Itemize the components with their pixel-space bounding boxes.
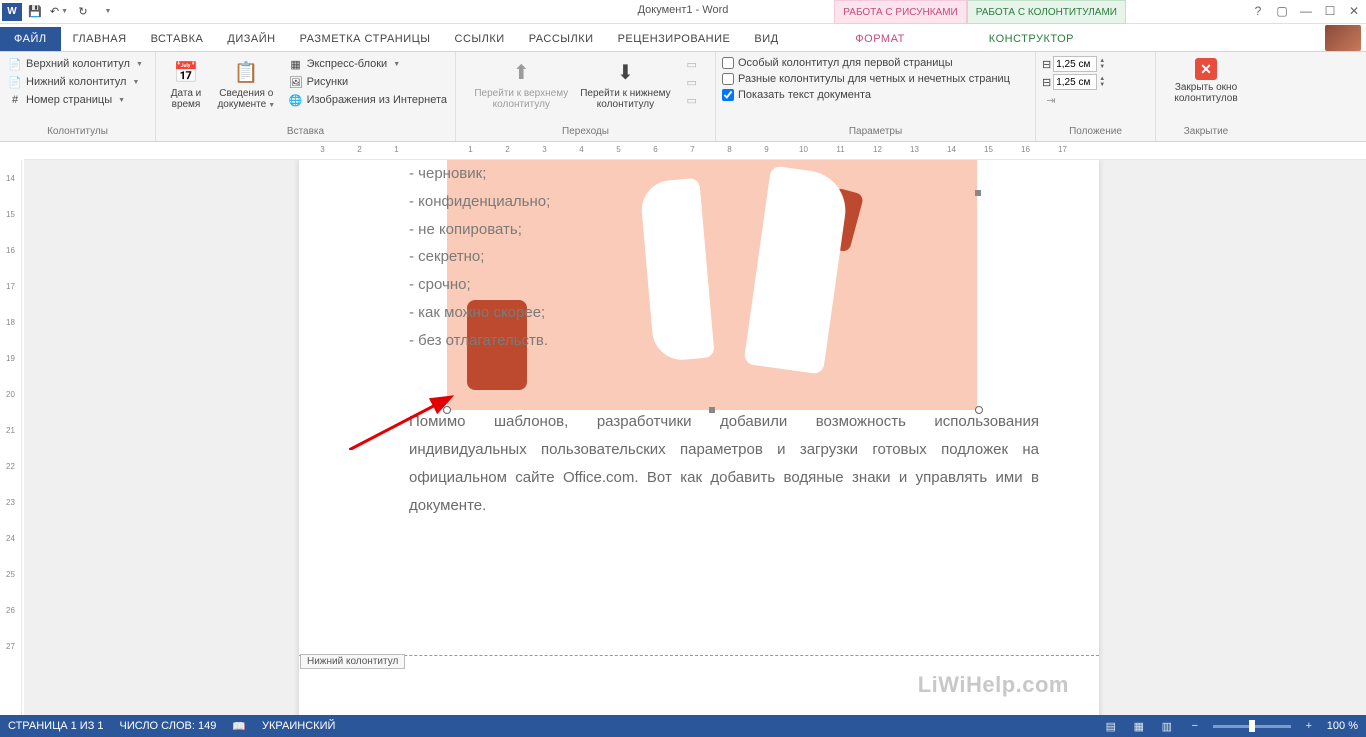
help-button[interactable]: ?: [1246, 0, 1270, 22]
tab-design[interactable]: ДИЗАЙН: [215, 27, 287, 51]
footer-from-bottom[interactable]: ⊟▲▼: [1042, 74, 1149, 90]
tab-insert[interactable]: ВСТАВКА: [139, 27, 216, 51]
ribbon: 📄Верхний колонтитул▼ 📄Нижний колонтитул▼…: [0, 52, 1366, 142]
group-label: Колонтитулы: [6, 124, 149, 137]
tab-view[interactable]: ВИД: [742, 27, 790, 51]
context-tab-pictures: РАБОТА С РИСУНКАМИ: [834, 0, 966, 24]
tab-format[interactable]: ФОРМАТ: [843, 27, 917, 51]
quick-parts-button[interactable]: ▦Экспресс-блоки▼: [287, 56, 449, 72]
tab-review[interactable]: РЕЦЕНЗИРОВАНИЕ: [606, 27, 743, 51]
group-label: Положение: [1042, 124, 1149, 137]
tab-constructor[interactable]: КОНСТРУКТОР: [977, 27, 1086, 51]
tab-file[interactable]: ФАЙЛ: [0, 27, 61, 51]
different-first-page-checkbox[interactable]: Особый колонтитул для первой страницы: [722, 56, 1029, 70]
redo-button[interactable]: ↻: [72, 2, 94, 22]
document-line: - срочно;: [409, 271, 1039, 299]
undo-button[interactable]: ↶▼: [48, 2, 70, 22]
word-icon: W: [2, 3, 22, 21]
document-line: - как можно скорее;: [409, 299, 1039, 327]
paragraph: Помимо шаблонов, разработчики добавили в…: [409, 408, 1039, 519]
go-to-header-button[interactable]: ⬆Перейти к верхнемуколонтитулу: [470, 56, 572, 112]
document-title: Документ1 - Word: [638, 4, 729, 16]
document-line: - без отлагательств.: [409, 327, 1039, 355]
nav-disabled-1: ▭: [683, 56, 701, 72]
qat-customize[interactable]: ▼: [96, 2, 118, 22]
header-button[interactable]: 📄Верхний колонтитул▼: [6, 56, 149, 72]
close-icon: ✕: [1195, 58, 1217, 80]
document-line: - не копировать;: [409, 216, 1039, 244]
ribbon-tabs: ФАЙЛ ГЛАВНАЯ ВСТАВКА ДИЗАЙН РАЗМЕТКА СТР…: [0, 24, 1366, 52]
zoom-level[interactable]: 100 %: [1327, 720, 1358, 732]
titlebar: W 💾 ↶▼ ↻ ▼ Документ1 - Word РАБОТА С РИС…: [0, 0, 1366, 24]
liwi-watermark: LiWiHelp.com: [918, 672, 1069, 698]
nav-disabled-3: ▭: [683, 92, 701, 108]
web-layout-button[interactable]: ▥: [1157, 718, 1177, 734]
resize-handle-e[interactable]: [975, 190, 981, 196]
group-label: Параметры: [722, 124, 1029, 137]
quick-access-toolbar: W 💾 ↶▼ ↻ ▼: [0, 2, 118, 22]
zoom-out-button[interactable]: −: [1185, 718, 1205, 734]
page-content: - черновик;- конфиденциально;- не копиро…: [409, 160, 1039, 519]
horizontal-ruler[interactable]: 3211234567891011121314151617: [24, 142, 1366, 160]
different-odd-even-checkbox[interactable]: Разные колонтитулы для четных и нечетных…: [722, 72, 1029, 86]
close-header-footer-button[interactable]: ✕ Закрыть окноколонтитулов: [1162, 56, 1250, 106]
document-area[interactable]: - черновик;- конфиденциально;- не копиро…: [24, 160, 1366, 715]
document-line: - черновик;: [409, 160, 1039, 188]
group-label: Закрытие: [1162, 124, 1250, 137]
proofing-icon[interactable]: 📖: [232, 720, 246, 733]
footer-button[interactable]: 📄Нижний колонтитул▼: [6, 74, 149, 90]
tab-layout[interactable]: РАЗМЕТКА СТРАНИЦЫ: [288, 27, 443, 51]
user-avatar[interactable]: [1325, 25, 1361, 51]
word-count[interactable]: ЧИСЛО СЛОВ: 149: [120, 720, 217, 732]
page: - черновик;- конфиденциально;- не копиро…: [299, 160, 1099, 715]
tab-home[interactable]: ГЛАВНАЯ: [61, 27, 139, 51]
document-info-button[interactable]: 📋Сведения одокументе▼: [214, 56, 279, 112]
group-label: Переходы: [462, 124, 709, 137]
document-line: - секретно;: [409, 243, 1039, 271]
read-mode-button[interactable]: ▤: [1101, 718, 1121, 734]
show-document-text-checkbox[interactable]: Показать текст документа: [722, 88, 1029, 102]
date-time-button[interactable]: 📅Дата ивремя: [162, 56, 210, 112]
page-number-button[interactable]: #Номер страницы▼: [6, 92, 149, 108]
header-from-top[interactable]: ⊟▲▼: [1042, 56, 1149, 72]
group-label: Вставка: [162, 124, 449, 137]
print-layout-button[interactable]: ▦: [1129, 718, 1149, 734]
page-indicator[interactable]: СТРАНИЦА 1 ИЗ 1: [8, 720, 104, 732]
ribbon-display-button[interactable]: ▢: [1270, 0, 1294, 22]
insert-alignment-tab[interactable]: ⇥: [1042, 92, 1149, 108]
vertical-ruler[interactable]: 1415161718192021222324252627: [0, 160, 22, 715]
zoom-slider[interactable]: [1213, 725, 1291, 728]
zoom-in-button[interactable]: +: [1299, 718, 1319, 734]
tab-references[interactable]: ССЫЛКИ: [443, 27, 517, 51]
resize-handle-se[interactable]: [975, 406, 983, 414]
go-to-footer-button[interactable]: ⬇Перейти к нижнемуколонтитулу: [576, 56, 674, 112]
document-line: - конфиденциально;: [409, 188, 1039, 216]
online-pictures-button[interactable]: 🌐Изображения из Интернета: [287, 92, 449, 108]
context-tab-headers: РАБОТА С КОЛОНТИТУЛАМИ: [967, 0, 1126, 24]
language-indicator[interactable]: УКРАИНСКИЙ: [262, 720, 335, 732]
save-button[interactable]: 💾: [24, 2, 46, 22]
resize-handle-sw[interactable]: [443, 406, 451, 414]
close-button[interactable]: ✕: [1342, 0, 1366, 22]
status-bar: СТРАНИЦА 1 ИЗ 1 ЧИСЛО СЛОВ: 149 📖 УКРАИН…: [0, 715, 1366, 737]
nav-disabled-2: ▭: [683, 74, 701, 90]
footer-boundary: [299, 655, 1099, 656]
footer-tag: Нижний колонтитул: [300, 654, 405, 669]
pictures-button[interactable]: 🖼Рисунки: [287, 74, 449, 90]
tab-mailings[interactable]: РАССЫЛКИ: [517, 27, 606, 51]
maximize-button[interactable]: ☐: [1318, 0, 1342, 22]
resize-handle-s[interactable]: [709, 407, 715, 413]
minimize-button[interactable]: —: [1294, 0, 1318, 22]
